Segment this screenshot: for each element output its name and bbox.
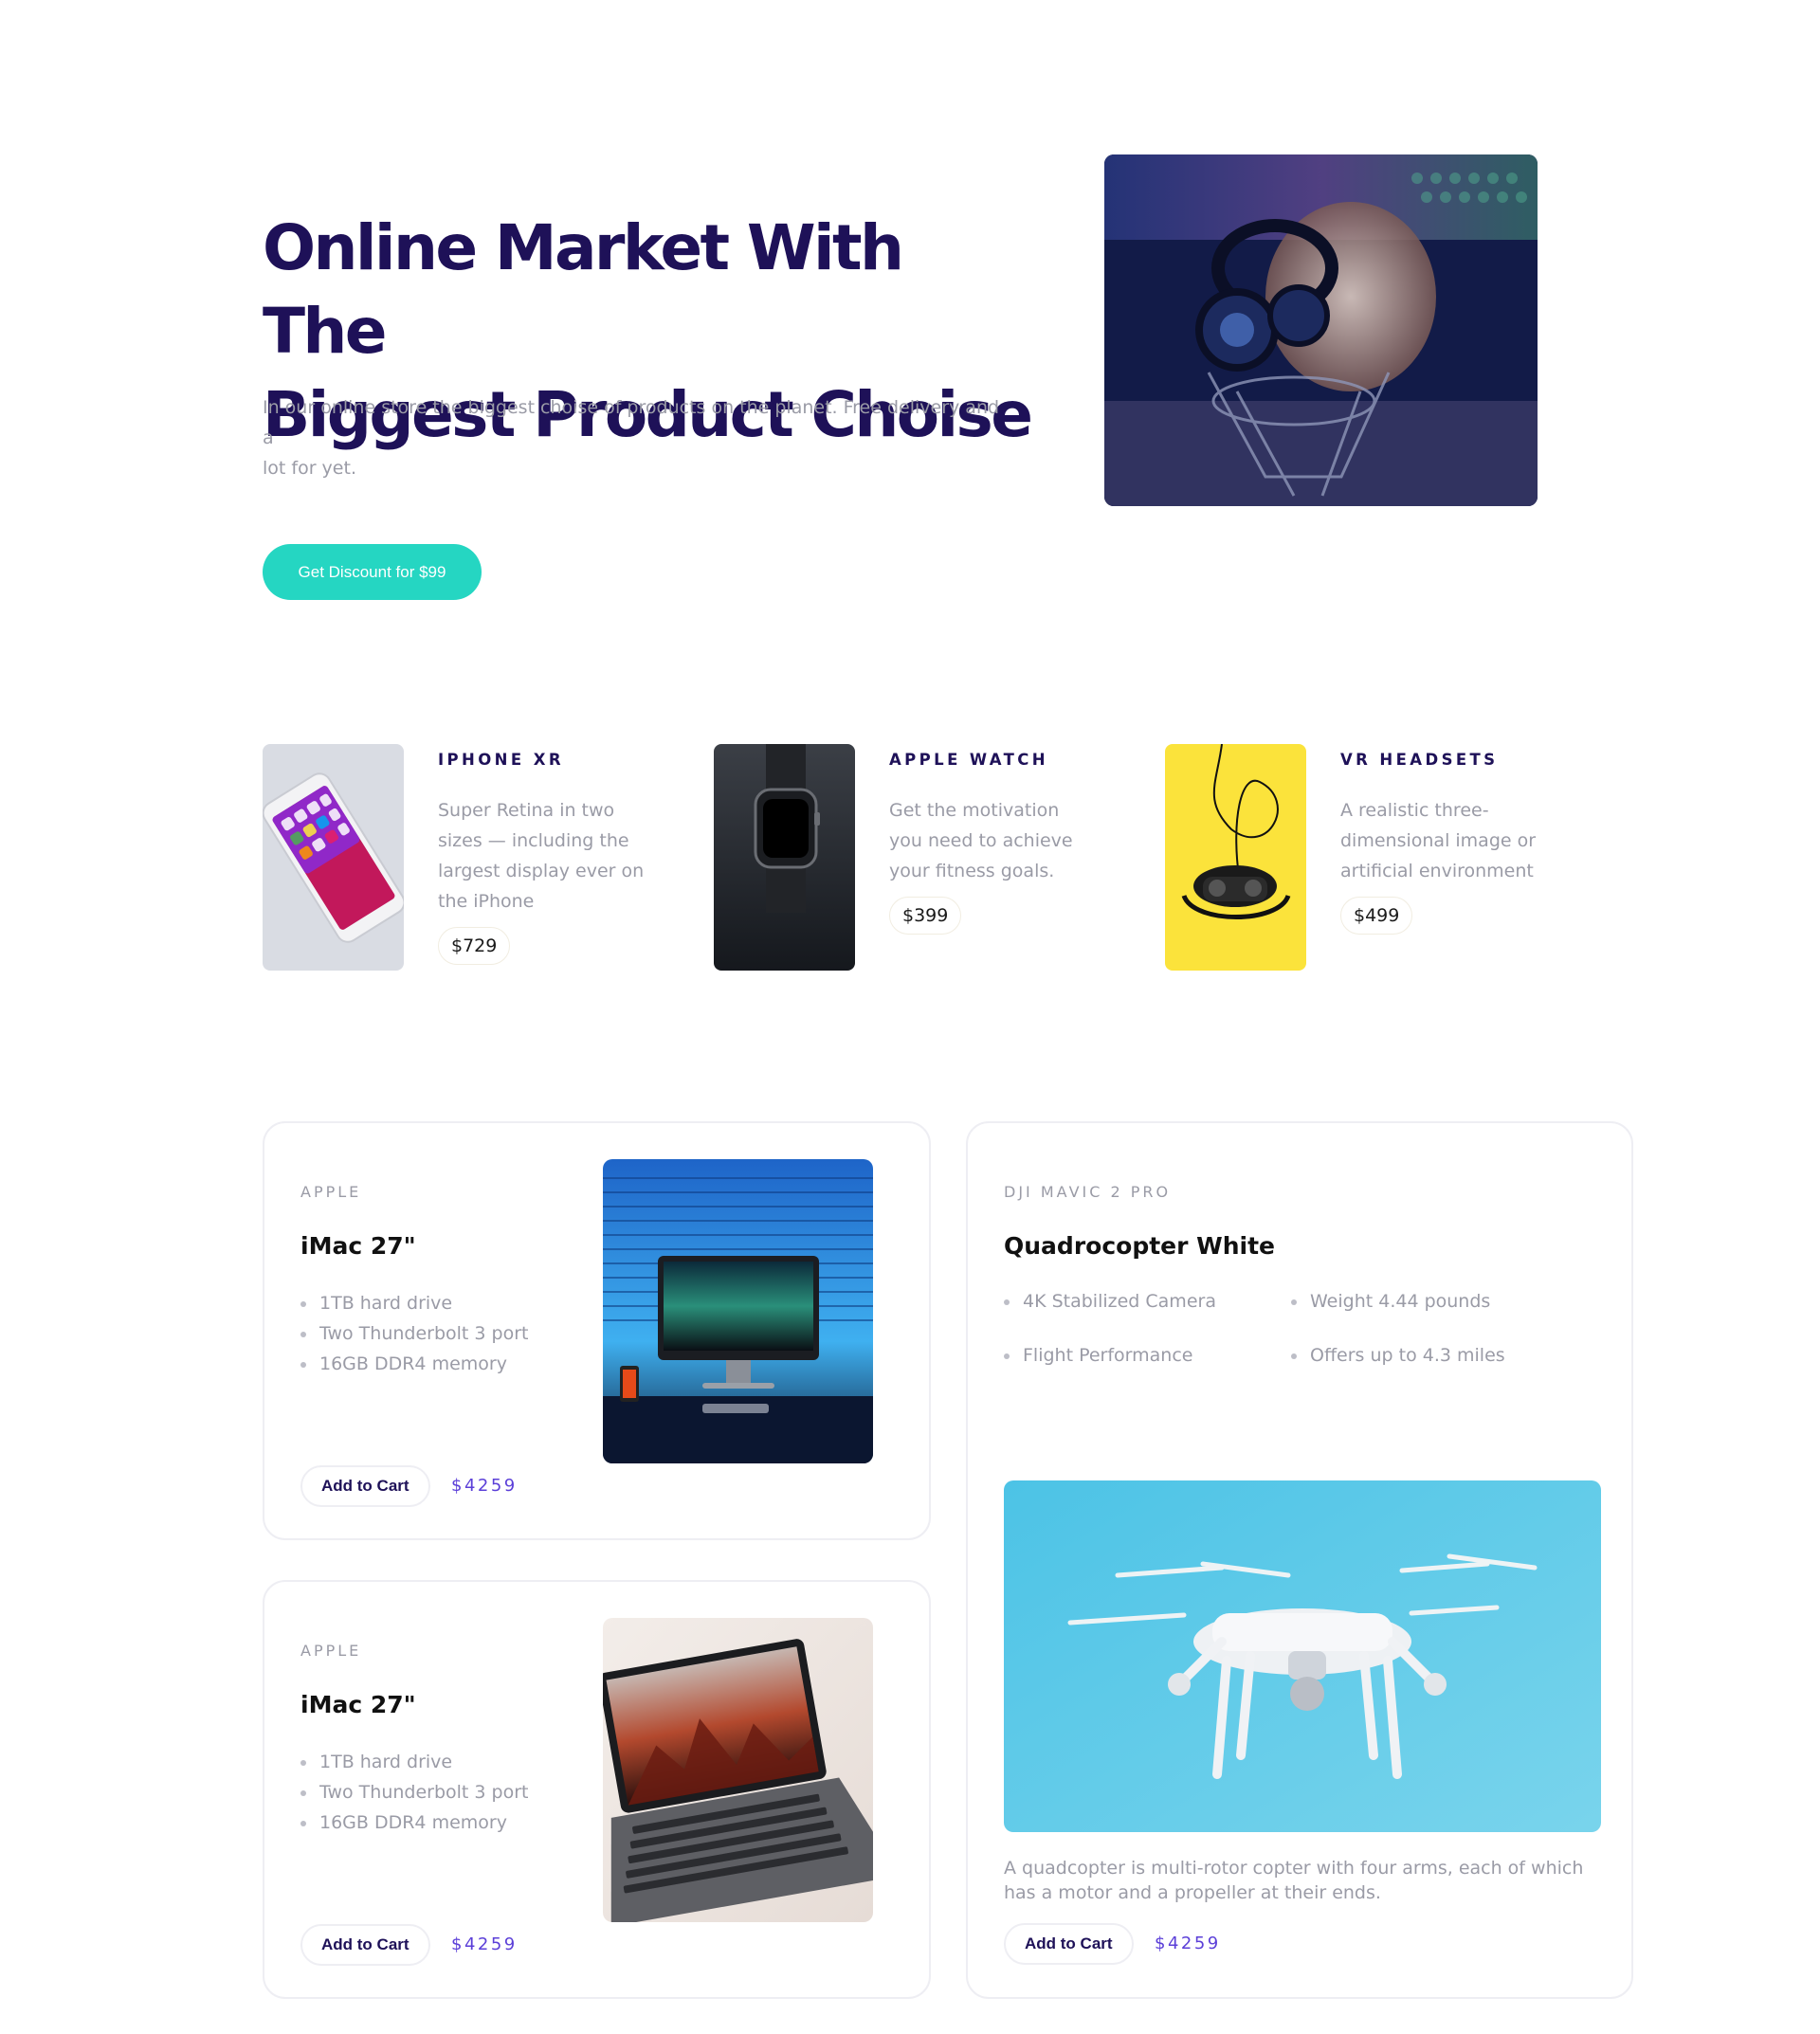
desc-line: Super Retina in two: [438, 800, 615, 821]
spec-item: 16GB DDR4 memory: [300, 1349, 529, 1379]
hero-microphone-image: [1104, 154, 1538, 506]
vr-headset-image: [1165, 744, 1306, 971]
desc-line: has a motor and a propeller at their end…: [1004, 1882, 1381, 1903]
price-badge: $399: [889, 897, 962, 935]
macbook-image: [603, 1618, 873, 1922]
product-card-imac: APPLE iMac 27" 1TB hard drive Two Thunde…: [263, 1121, 931, 1540]
apple-watch-image: [714, 744, 855, 971]
apple-watch-illustration: [714, 744, 855, 971]
product-card-imac-2: APPLE iMac 27" 1TB hard drive Two Thunde…: [263, 1580, 931, 1999]
featured-item-name: APPLE WATCH: [889, 751, 1049, 769]
featured-item-vr-headsets[interactable]: VR HEADSETS A realistic three- dimension…: [1165, 744, 1582, 972]
desc-line: A quadcopter is multi-rotor copter with …: [1004, 1858, 1584, 1879]
hero-subtitle-line-1: In our online store the biggest choise o…: [263, 397, 1000, 448]
microphone-headphones-illustration: [1104, 154, 1538, 506]
spec-item: 1TB hard drive: [300, 1288, 529, 1318]
featured-item-description: Get the motivation you need to achieve y…: [889, 795, 1117, 886]
desc-line: the iPhone: [438, 891, 535, 912]
drone-illustration: [1004, 1480, 1601, 1832]
desc-line: A realistic three-: [1340, 800, 1489, 821]
spec-item: Flight Performance: [1004, 1345, 1192, 1366]
featured-item-description: A realistic three- dimensional image or …: [1340, 795, 1568, 886]
featured-item-apple-watch[interactable]: APPLE WATCH Get the motivation you need …: [714, 744, 1131, 972]
product-price: $4259: [1155, 1934, 1221, 1953]
desc-line: your fitness goals.: [889, 861, 1055, 881]
featured-item-name: IPHONE XR: [438, 751, 564, 769]
add-to-cart-button[interactable]: Add to Cart: [300, 1924, 430, 1966]
product-specs: 1TB hard drive Two Thunderbolt 3 port 16…: [300, 1747, 529, 1838]
product-specs: 1TB hard drive Two Thunderbolt 3 port 16…: [300, 1288, 529, 1379]
featured-item-iphone[interactable]: IPHONE XR Super Retina in two sizes — in…: [263, 744, 680, 972]
price-badge: $499: [1340, 897, 1413, 935]
desc-line: dimensional image or: [1340, 830, 1537, 851]
add-to-cart-button[interactable]: Add to Cart: [1004, 1923, 1134, 1965]
imac-illustration: [603, 1159, 873, 1463]
spec-item: 16GB DDR4 memory: [300, 1807, 529, 1838]
hero-title-line-1: Online Market With The: [263, 211, 904, 368]
product-price: $4259: [451, 1934, 518, 1954]
get-discount-button[interactable]: Get Discount for $99: [263, 544, 482, 600]
product-card-quadrocopter: DJI MAVIC 2 PRO Quadrocopter White 4K St…: [966, 1121, 1633, 1999]
product-brand: DJI MAVIC 2 PRO: [1004, 1183, 1172, 1201]
spec-item: Offers up to 4.3 miles: [1291, 1345, 1505, 1366]
product-title: iMac 27": [300, 1232, 416, 1260]
product-price: $4259: [451, 1476, 518, 1496]
drone-image: [1004, 1480, 1601, 1832]
product-title: Quadrocopter White: [1004, 1232, 1275, 1260]
spec-item: Weight 4.44 pounds: [1291, 1291, 1490, 1312]
spec-item: Two Thunderbolt 3 port: [300, 1777, 529, 1807]
featured-item-name: VR HEADSETS: [1340, 751, 1499, 769]
spec-item: 1TB hard drive: [300, 1747, 529, 1777]
product-brand: APPLE: [300, 1183, 362, 1201]
imac-image: [603, 1159, 873, 1463]
iphone-image: [263, 744, 404, 971]
desc-line: largest display ever on: [438, 861, 645, 881]
add-to-cart-button[interactable]: Add to Cart: [300, 1465, 430, 1507]
spec-item: 4K Stabilized Camera: [1004, 1291, 1216, 1312]
desc-line: sizes — including the: [438, 830, 629, 851]
hero-section: Online Market With The Biggest Product C…: [263, 0, 1557, 663]
product-brand: APPLE: [300, 1642, 362, 1660]
hero-subtitle-line-2: lot for yet.: [263, 458, 356, 479]
macbook-illustration: [603, 1618, 873, 1922]
price-badge: $729: [438, 927, 511, 965]
spec-item: Two Thunderbolt 3 port: [300, 1318, 529, 1349]
desc-line: you need to achieve: [889, 830, 1073, 851]
iphone-illustration: [263, 744, 404, 971]
featured-item-description: Super Retina in two sizes — including th…: [438, 795, 665, 917]
product-title: iMac 27": [300, 1691, 416, 1718]
desc-line: Get the motivation: [889, 800, 1060, 821]
product-description: A quadcopter is multi-rotor copter with …: [1004, 1856, 1611, 1905]
vr-headset-illustration: [1165, 744, 1306, 971]
desc-line: artificial environment: [1340, 861, 1534, 881]
hero-subtitle: In our online store the biggest choise o…: [263, 392, 1002, 483]
